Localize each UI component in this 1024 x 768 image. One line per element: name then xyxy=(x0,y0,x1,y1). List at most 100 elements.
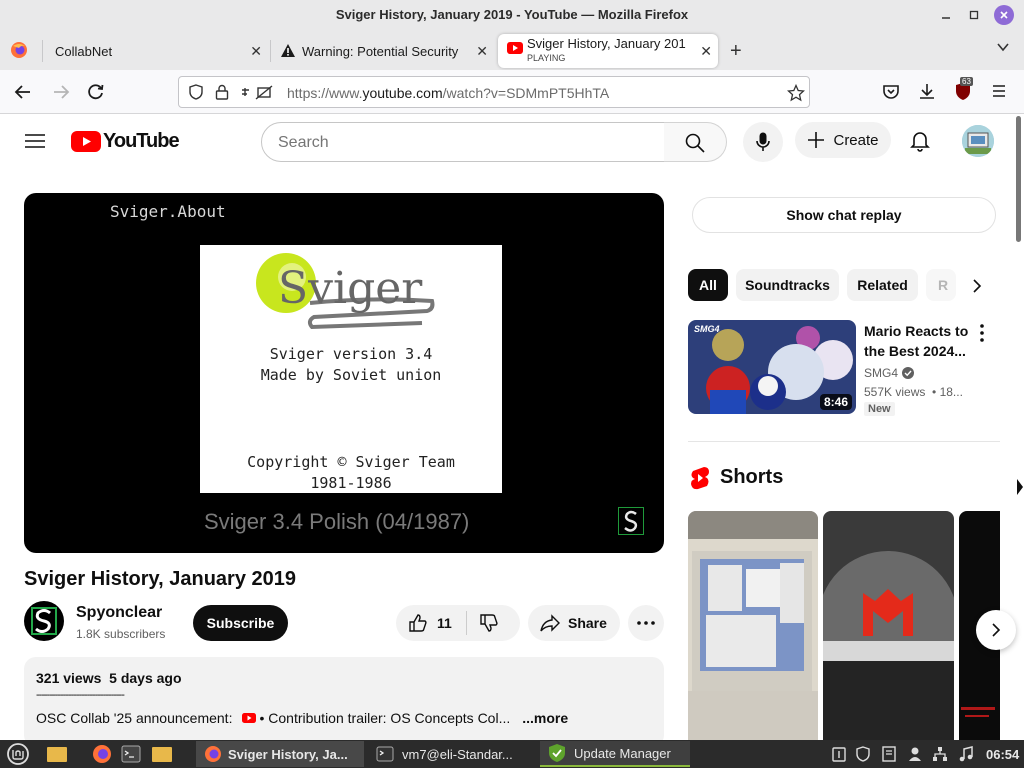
taskbar-item-label: Update Manager xyxy=(574,745,671,761)
chip-all[interactable]: All xyxy=(688,269,728,301)
new-tab-button[interactable]: + xyxy=(730,40,742,63)
permissions-icon[interactable] xyxy=(241,85,273,101)
tray-network[interactable] xyxy=(932,741,948,767)
video-player[interactable]: Sviger.About Sviger Sviger version 3.4 M… xyxy=(24,193,664,553)
launcher-terminal[interactable] xyxy=(121,741,141,767)
arrow-right-icon xyxy=(54,85,70,99)
scrollbar-thumb[interactable] xyxy=(1016,116,1021,242)
shorts-heading: Shorts xyxy=(720,466,784,488)
tray-user[interactable] xyxy=(908,741,922,767)
tab-label: Sviger History, January 201 xyxy=(527,37,686,51)
forward-button[interactable] xyxy=(52,83,70,101)
tab-collabnet[interactable]: CollabNet ✕ xyxy=(46,34,268,68)
arrow-left-icon xyxy=(14,85,30,99)
chip-related[interactable]: Related xyxy=(847,269,918,301)
shorts-next-button[interactable] xyxy=(976,610,1016,650)
section-divider xyxy=(688,441,1000,442)
youtube-logo-link[interactable]: YouTube xyxy=(71,130,180,153)
address-bar[interactable]: https://www.youtube.com/watch?v=SDMmPT5H… xyxy=(178,76,810,108)
ublock-extension-button[interactable]: 63 xyxy=(954,77,973,101)
chips-next-button[interactable] xyxy=(958,271,996,301)
view-stats: 321 views 5 days ago xyxy=(36,670,182,686)
tray-notes[interactable] xyxy=(882,741,896,767)
description-video-link[interactable]: • Contribution trailer: OS Concepts Col.… xyxy=(259,710,510,726)
back-button[interactable] xyxy=(14,83,32,101)
recommended-more-button[interactable] xyxy=(980,324,984,342)
launcher-firefox[interactable] xyxy=(92,741,112,767)
folder-icon xyxy=(47,747,67,762)
like-button[interactable]: 11 xyxy=(396,613,466,633)
search-button[interactable] xyxy=(664,122,727,162)
sviger-years-line: 1981-1986 xyxy=(310,474,392,492)
chip-soundtracks[interactable]: Soundtracks xyxy=(736,269,839,301)
navigation-bar: https://www.youtube.com/watch?v=SDMmPT5H… xyxy=(0,70,1024,114)
short-thumbnail-2[interactable] xyxy=(823,511,954,740)
subscriber-count: 1.8K subscribers xyxy=(76,627,166,641)
close-tab-icon[interactable]: ✕ xyxy=(250,43,262,60)
tab-playing-status: PLAYING xyxy=(527,53,566,63)
subscribe-button[interactable]: Subscribe xyxy=(193,605,288,641)
launcher-files-2[interactable] xyxy=(151,741,173,767)
search-input[interactable]: Search xyxy=(261,122,665,162)
close-window-button[interactable] xyxy=(994,5,1014,25)
launcher-files[interactable] xyxy=(46,741,68,767)
description-text: OSC Collab '25 announcement: xyxy=(36,710,233,726)
youtube-favicon-icon xyxy=(242,713,257,723)
show-chat-replay-button[interactable]: Show chat replay xyxy=(692,197,996,233)
start-menu-button[interactable] xyxy=(6,741,30,767)
guide-menu-button[interactable] xyxy=(25,133,45,149)
avatar[interactable] xyxy=(962,125,994,157)
channel-avatar[interactable] xyxy=(24,601,64,641)
more-actions-button[interactable] xyxy=(628,605,664,641)
list-all-tabs-button[interactable] xyxy=(996,40,1010,54)
taskbar-item-update-manager[interactable]: Update Manager xyxy=(540,741,690,767)
channel-avatar-image xyxy=(31,607,57,635)
s-logo-icon xyxy=(624,510,638,532)
close-tab-icon[interactable]: ✕ xyxy=(476,43,488,60)
description-box[interactable]: 321 views 5 days ago -------------------… xyxy=(24,657,664,747)
recommended-title[interactable]: Mario Reacts to the Best 2024... xyxy=(864,321,976,361)
tray-shield[interactable] xyxy=(856,741,870,767)
tray-sound[interactable] xyxy=(958,741,974,767)
maximize-button[interactable] xyxy=(964,5,984,25)
notifications-button[interactable] xyxy=(910,130,930,152)
youtube-logo-text: YouTube xyxy=(103,130,180,152)
show-more-link[interactable]: ...more xyxy=(522,710,568,726)
channel-name[interactable]: Spyonclear xyxy=(76,604,162,622)
sviger-madeby-line: Made by Soviet union xyxy=(260,366,442,384)
create-label: Create xyxy=(833,131,879,149)
create-button[interactable]: Create xyxy=(795,122,891,158)
taskbar-item-terminal[interactable]: vm7@eli-Standar... xyxy=(368,741,536,767)
share-button[interactable]: Share xyxy=(528,605,620,641)
chip-partial[interactable]: R xyxy=(926,269,956,301)
voice-search-button[interactable] xyxy=(743,122,783,162)
minimize-icon xyxy=(942,17,950,19)
recommended-channel[interactable]: SMG4 xyxy=(864,366,915,380)
sviger-version-line: Sviger version 3.4 xyxy=(269,345,433,363)
dislike-button[interactable] xyxy=(467,613,499,633)
short-thumbnail-1[interactable] xyxy=(688,511,818,740)
tray-clipboard[interactable] xyxy=(832,741,846,767)
description-line: OSC Collab '25 announcement: • Contribut… xyxy=(36,710,568,726)
lock-icon[interactable] xyxy=(215,84,229,100)
tray-clock[interactable]: 06:54 xyxy=(986,741,1019,767)
recommended-thumbnail[interactable]: SMG4 8:46 xyxy=(688,320,856,414)
app-menu-button[interactable] xyxy=(991,84,1007,98)
pocket-button[interactable] xyxy=(882,83,900,101)
chevron-right-icon xyxy=(1017,479,1023,495)
hamburger-menu-icon xyxy=(25,134,45,148)
close-tab-icon[interactable]: ✕ xyxy=(700,43,712,60)
tab-security-warning[interactable]: Warning: Potential Security ✕ xyxy=(272,34,494,68)
bookmark-star-icon[interactable] xyxy=(787,84,805,102)
youtube-logo-icon xyxy=(71,131,101,152)
reload-button[interactable] xyxy=(87,83,105,101)
taskbar-item-firefox[interactable]: Sviger History, Ja... xyxy=(196,741,364,767)
sviger-logo-text: Sviger xyxy=(278,263,423,314)
shield-icon[interactable] xyxy=(188,84,204,100)
tab-sviger-history[interactable]: Sviger History, January 201 PLAYING ✕ xyxy=(498,34,718,68)
firefox-view-button[interactable] xyxy=(10,41,28,59)
description-divider: --------------------------------- xyxy=(36,689,125,701)
page-scrollbar[interactable] xyxy=(1014,114,1024,740)
minimize-button[interactable] xyxy=(936,5,956,25)
downloads-button[interactable] xyxy=(918,82,936,100)
